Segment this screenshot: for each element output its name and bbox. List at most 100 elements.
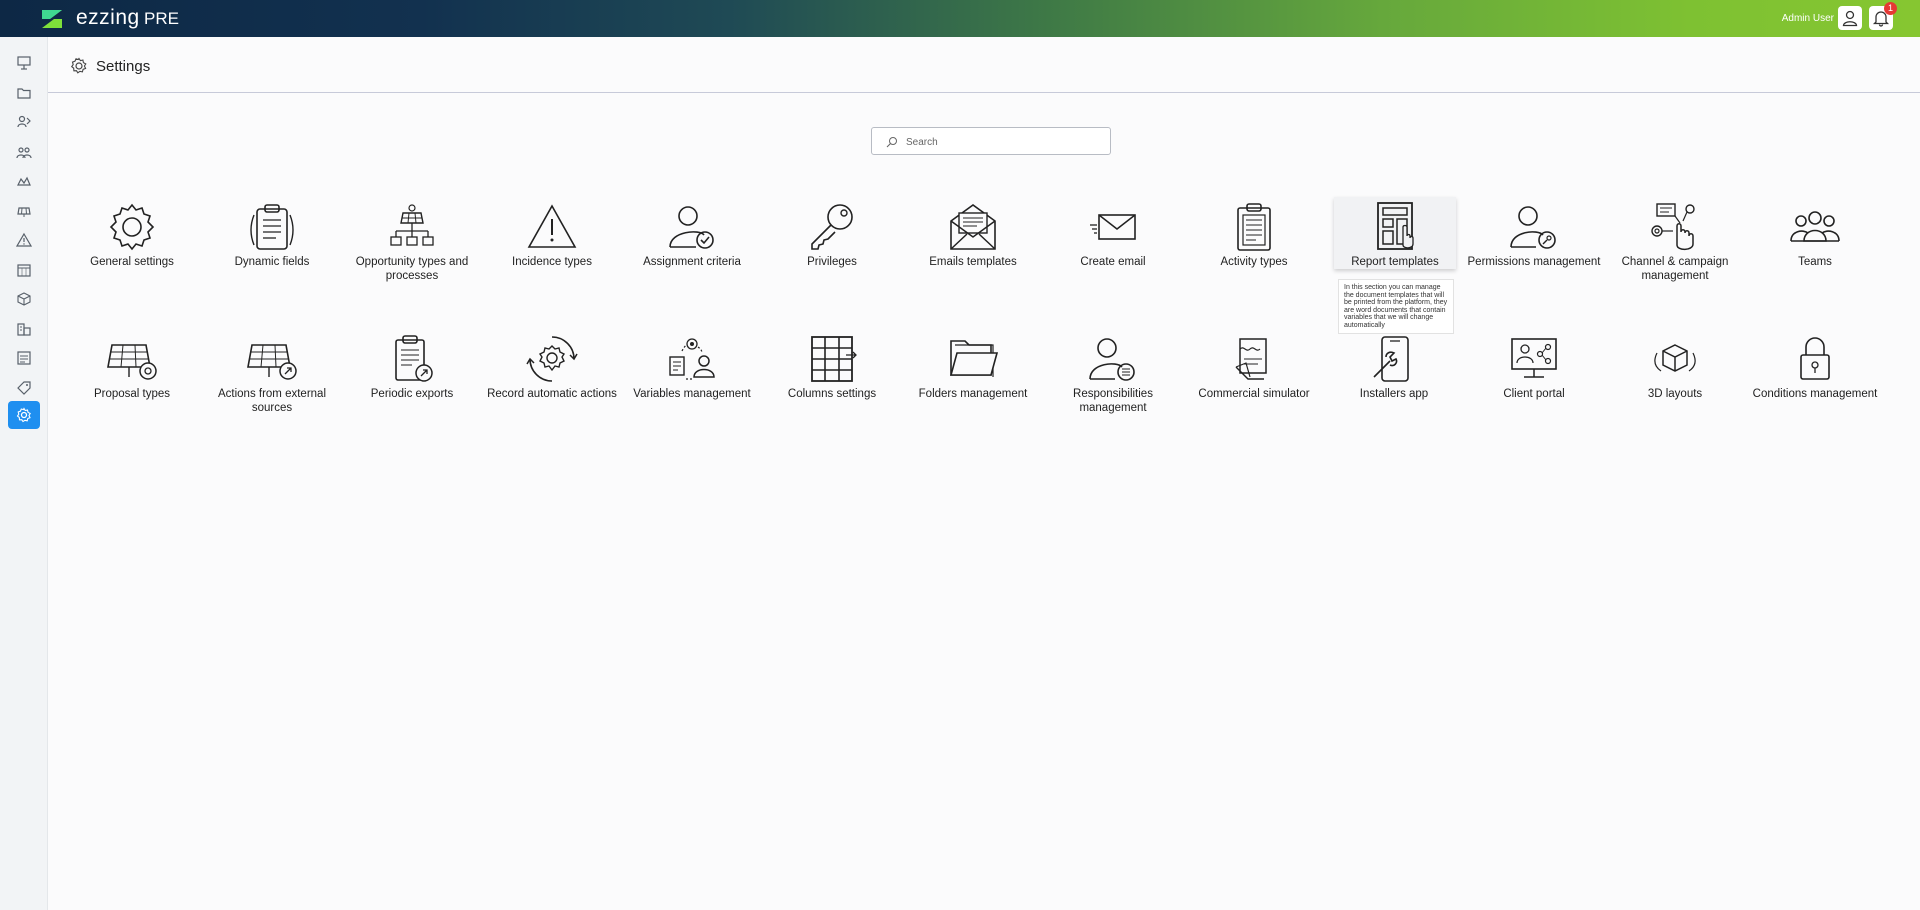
page-title: Settings: [96, 58, 151, 75]
brand-name[interactable]: ezzing: [76, 6, 140, 30]
tile-proposal-types[interactable]: Proposal types: [62, 329, 202, 429]
tile-label: Variables management: [633, 388, 751, 400]
notification-badge: 1: [1884, 2, 1897, 15]
tag-icon: [17, 381, 31, 395]
search-icon: [886, 137, 897, 148]
tile-label: Report templates: [1351, 256, 1439, 268]
ezzing-logo-icon[interactable]: [40, 7, 64, 31]
key-icon: [811, 204, 853, 250]
tile-label: Record automatic actions: [487, 388, 617, 400]
sidebar-item-products[interactable]: [12, 287, 36, 311]
tile-label: Actions from external sources: [217, 388, 326, 414]
tile-dynamic-fields[interactable]: Dynamic fields: [202, 197, 342, 297]
settings-icon: [16, 407, 31, 423]
tile-label: Proposal types: [93, 388, 171, 400]
settings-gear-icon: [70, 57, 87, 74]
tile-columns-settings[interactable]: Columns settings: [762, 329, 902, 429]
sidebar-item-leads[interactable]: [12, 110, 36, 134]
solar-panel-external-icon: [247, 344, 297, 380]
sidebar-item-companies[interactable]: [12, 317, 36, 341]
tile-label: Dynamic fields: [234, 256, 310, 268]
tile-label: Privileges: [807, 256, 857, 268]
tile-permissions-management[interactable]: Permissions management: [1464, 197, 1604, 297]
tile-commercial-simulator[interactable]: Commercial simulator: [1184, 329, 1324, 429]
sidebar-item-opportunities[interactable]: [12, 140, 36, 164]
sidebar-item-calendar[interactable]: [12, 258, 36, 282]
sidebar-item-installations[interactable]: [12, 169, 36, 193]
reports-icon: [17, 351, 31, 365]
clipboard-list-icon: [250, 204, 294, 250]
solar-hierarchy-icon: [390, 204, 434, 246]
tile-label: Commercial simulator: [1198, 388, 1310, 400]
tile-assignment-criteria[interactable]: Assignment criteria: [622, 197, 762, 297]
team-icon: [1790, 211, 1840, 242]
tile-record-automatic-actions[interactable]: Record automatic actions: [482, 329, 622, 429]
tile-periodic-exports[interactable]: Periodic exports: [342, 329, 482, 429]
simulator-doc-icon: [1235, 338, 1267, 380]
sidebar-item-settings[interactable]: [8, 401, 40, 429]
tile-folders-management[interactable]: Folders management: [903, 329, 1043, 429]
tile-label: Folders management: [918, 388, 1028, 400]
sidebar-item-incidences[interactable]: [12, 228, 36, 252]
user-profile-button[interactable]: [1838, 6, 1862, 30]
tile-label: Teams: [1798, 256, 1832, 268]
sidebar-item-solar[interactable]: [12, 199, 36, 223]
tile-create-email[interactable]: Create email: [1043, 197, 1183, 297]
tile-3d-layouts[interactable]: 3D layouts: [1605, 329, 1745, 429]
tile-conditions-management[interactable]: Conditions management: [1745, 329, 1885, 429]
tile-emails-templates[interactable]: Emails templates: [903, 197, 1043, 297]
checklist-clipboard-icon: [1237, 203, 1271, 251]
tile-label: Incidence types: [512, 256, 592, 268]
tile-general-settings[interactable]: General settings: [62, 197, 202, 297]
buildings-icon: [17, 323, 31, 336]
tile-label: Installers app: [1359, 388, 1429, 400]
search-box[interactable]: [871, 127, 1111, 155]
report-templates-tooltip: In this section you can manage the docum…: [1338, 279, 1454, 334]
tile-label: Channel & campaign management: [1621, 256, 1729, 282]
tile-incidence-types[interactable]: Incidence types: [482, 197, 622, 297]
user-key-icon: [1510, 206, 1556, 249]
tile-client-portal[interactable]: Client portal: [1464, 329, 1604, 429]
send-mail-icon: [1090, 214, 1136, 240]
report-template-icon: [1377, 202, 1414, 250]
sidebar: [0, 37, 48, 910]
tile-label: Opportunity types and processes: [355, 256, 469, 282]
user-icon: [1842, 10, 1858, 27]
calendar-icon: [17, 264, 31, 277]
gear-icon: [109, 203, 155, 251]
tile-channel-campaign-management[interactable]: Channel & campaign management: [1605, 197, 1745, 297]
lock-icon: [1800, 337, 1830, 380]
tile-actions-external-sources[interactable]: Actions from external sources: [202, 329, 342, 429]
user-name[interactable]: Admin User: [1782, 13, 1834, 24]
sidebar-item-tags[interactable]: [12, 376, 36, 400]
sidebar-item-dashboard[interactable]: [12, 51, 36, 75]
installations-icon: [17, 176, 31, 186]
folders-icon: [949, 340, 999, 377]
box-icon: [17, 292, 31, 306]
user-check-icon: [669, 206, 714, 249]
tile-responsibilities-management[interactable]: Responsibilities management: [1043, 329, 1183, 429]
tile-activity-types[interactable]: Activity types: [1184, 197, 1324, 297]
tile-label: Emails templates: [929, 256, 1017, 268]
tile-report-templates[interactable]: Report templates: [1334, 197, 1456, 269]
environment-label: PRE: [144, 9, 179, 28]
tile-variables-management[interactable]: Variables management: [622, 329, 762, 429]
leads-icon: [17, 115, 31, 128]
tile-label: Permissions management: [1467, 256, 1601, 268]
search-input[interactable]: [904, 132, 1108, 152]
tile-privileges[interactable]: Privileges: [762, 197, 902, 297]
tile-installers-app[interactable]: Installers app: [1324, 329, 1464, 429]
sidebar-item-folders[interactable]: [12, 81, 36, 105]
tile-label: Assignment criteria: [643, 256, 741, 268]
sidebar-item-reports[interactable]: [12, 346, 36, 370]
clipboard-export-icon: [395, 335, 433, 382]
solar-panel-icon: [17, 207, 31, 217]
tile-label: General settings: [90, 256, 174, 268]
tile-label: Create email: [1080, 256, 1146, 268]
folder-icon: [17, 88, 31, 99]
tile-label: Responsibilities management: [1073, 388, 1153, 414]
tile-label: Client portal: [1503, 388, 1565, 400]
gear-cycle-icon: [526, 336, 578, 382]
tile-opportunity-types[interactable]: Opportunity types and processes: [342, 197, 482, 297]
tile-teams[interactable]: Teams: [1745, 197, 1885, 297]
